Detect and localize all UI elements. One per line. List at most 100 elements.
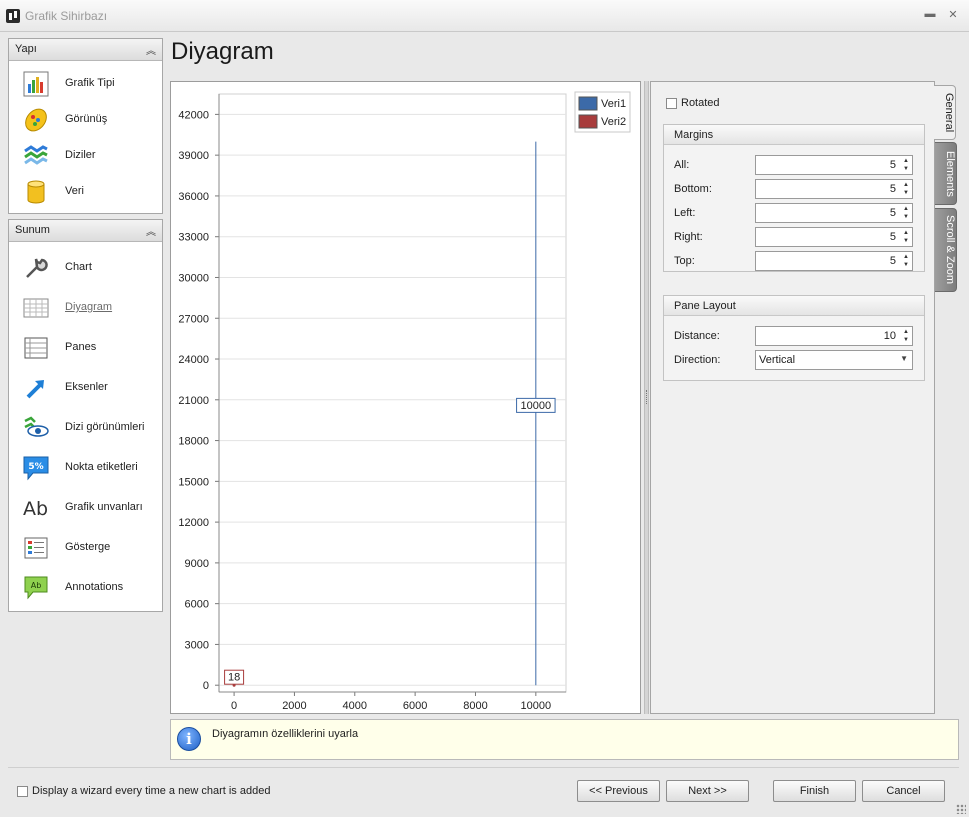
x-tick-label: 8000 [463,700,487,712]
y-tick-label: 24000 [178,354,209,366]
x-tick-label: 6000 [403,700,427,712]
next-button[interactable]: Next >> [666,780,749,802]
nav-item-chart[interactable]: Chart [9,250,162,286]
panel-header-yapi[interactable]: Yapı ︽ [9,39,162,61]
spin-arrows-icon[interactable]: ▲ ▼ [903,181,909,197]
legend-label: Veri2 [601,116,626,128]
panel-title-yapi: Yapı [15,43,37,55]
nav-item-dizi-gorunumleri[interactable]: Dizi görünümleri [9,410,162,446]
chart-preview: 0 3000 6000 9000 12000 15000 18000 21000 24000 27… [170,81,641,714]
panel-yapi: Yapı ︽ Grafik Tipi Görünüş Diziler Veri [8,38,163,214]
nav-item-gosterge[interactable]: Gösterge [9,530,162,566]
y-tick-label: 18000 [178,436,209,448]
resize-grip-icon[interactable] [956,804,966,814]
series-view-eye-icon [24,416,49,437]
nav-item-grafik-tipi[interactable]: Grafik Tipi [9,66,162,102]
margin-bottom-spinner[interactable]: 5 ▲ ▼ [755,179,913,199]
footer-divider [8,767,959,768]
spin-arrows-icon[interactable]: ▲ ▼ [903,229,909,245]
hint-text: Diyagramın özelliklerini uyarla [212,728,359,740]
nav-item-nokta-etiketleri[interactable]: 5% Nokta etiketleri [9,450,162,486]
splitter[interactable] [644,81,649,714]
panes-icon [24,337,48,359]
y-tick-label: 3000 [185,639,209,651]
display-wizard-label: Display a wizard every time a new chart … [32,785,271,797]
tab-general[interactable]: General [934,85,956,140]
nav-item-veri[interactable]: Veri [9,174,162,210]
x-tick-label: 4000 [343,700,367,712]
database-cylinder-icon [27,180,45,204]
spin-arrows-icon[interactable]: ▲ ▼ [903,205,909,221]
margin-left-spinner[interactable]: 5 ▲ ▼ [755,203,913,223]
y-tick-label: 6000 [185,599,209,611]
margin-all-spinner[interactable]: 5 ▲ ▼ [755,155,913,175]
nav-item-grafik-unvanlari[interactable]: Ab Grafik unvanları [9,490,162,526]
splitter-grip-icon [646,390,648,404]
pane-layout-group: Pane Layout Distance: 10 ▲ ▼ Direction: Ve… [663,295,925,381]
distance-spinner[interactable]: 10 ▲ ▼ [755,326,913,346]
nav-item-panes[interactable]: Panes [9,330,162,366]
point-label-percent-icon: 5% [23,456,49,481]
collapse-chevron-icon[interactable]: ︽ [146,42,156,57]
y-tick-label: 27000 [178,313,209,325]
tab-elements[interactable]: Elements [935,142,957,205]
direction-select[interactable]: Vertical ▼ [755,350,913,370]
panel-sunum: Sunum ︽ Chart Diyagram Panes Eksenler Di [8,219,163,612]
axis-arrow-icon [26,380,44,399]
margins-group-title: Margins [664,125,924,145]
display-wizard-checkbox[interactable] [17,786,28,797]
legend-swatch [578,114,598,129]
nav-item-diziler[interactable]: Diziler [9,138,162,174]
y-tick-label: 42000 [178,109,209,121]
data-label: 10000 [521,400,552,412]
margin-right-spinner[interactable]: 5 ▲ ▼ [755,227,913,247]
nav-item-gorunus[interactable]: Görünüş [9,102,162,138]
app-logo-icon [6,9,20,23]
direction-row: Direction: Vertical ▼ [674,350,914,370]
nav-item-eksenler[interactable]: Eksenler [9,370,162,406]
spin-arrows-icon[interactable]: ▲ ▼ [903,253,909,269]
chevron-down-icon[interactable]: ▼ [900,354,908,363]
y-tick-label: 33000 [178,232,209,244]
x-tick-label: 0 [231,700,237,712]
spin-arrows-icon[interactable]: ▲ ▼ [903,328,909,344]
legend-label: Veri1 [601,98,626,110]
series-stack-icon [24,145,48,165]
collapse-chevron-icon[interactable]: ︽ [146,223,156,238]
panel-header-sunum[interactable]: Sunum ︽ [9,220,162,242]
nav-item-diyagram[interactable]: Diyagram [9,290,162,326]
tab-scroll-zoom[interactable]: Scroll & Zoom [935,208,957,292]
y-tick-label: 36000 [178,191,209,203]
y-tick-label: 0 [203,680,209,692]
minimize-icon[interactable]: ▬ [922,8,938,22]
spin-arrows-icon[interactable]: ▲ ▼ [903,157,909,173]
properties-panel: Rotated Margins All: 5 ▲ ▼ Bottom: 5 ▲ ▼ Lef… [650,81,935,714]
rotated-checkbox[interactable] [666,98,677,109]
y-tick-label: 21000 [178,395,209,407]
panel-title-sunum: Sunum [15,224,50,236]
svg-text:5%: 5% [28,462,43,472]
y-tick-label: 15000 [178,476,209,488]
y-tick-label: 30000 [178,272,209,284]
previous-button[interactable]: << Previous [577,780,660,802]
info-icon: i [177,727,201,751]
finish-button[interactable]: Finish [773,780,856,802]
chart-svg: 0 3000 6000 9000 12000 15000 18000 21000 24000 27… [178,91,631,712]
window-title: Grafik Sihirbazı [25,9,108,23]
margin-top-spinner[interactable]: 5 ▲ ▼ [755,251,913,271]
margin-bottom-row: Bottom: 5 ▲ ▼ [674,179,914,199]
pane-layout-group-title: Pane Layout [664,296,924,316]
margin-left-row: Left: 5 ▲ ▼ [674,203,914,223]
hint-bar: i Diyagramın özelliklerini uyarla [170,719,959,760]
data-label: 18 [228,672,240,684]
annotation-callout-icon: Ab [24,576,48,600]
x-tick-label: 10000 [521,700,552,712]
cancel-button[interactable]: Cancel [862,780,945,802]
wrench-icon [26,258,48,278]
plot-area [218,93,567,693]
margins-group: Margins All: 5 ▲ ▼ Bottom: 5 ▲ ▼ Left: 5 ▲ ▼ R… [663,124,925,272]
x-tick-label: 2000 [282,700,306,712]
close-icon[interactable]: ✕ [945,8,961,22]
nav-item-annotations[interactable]: Ab Annotations [9,570,162,606]
svg-text:Ab: Ab [23,498,48,520]
